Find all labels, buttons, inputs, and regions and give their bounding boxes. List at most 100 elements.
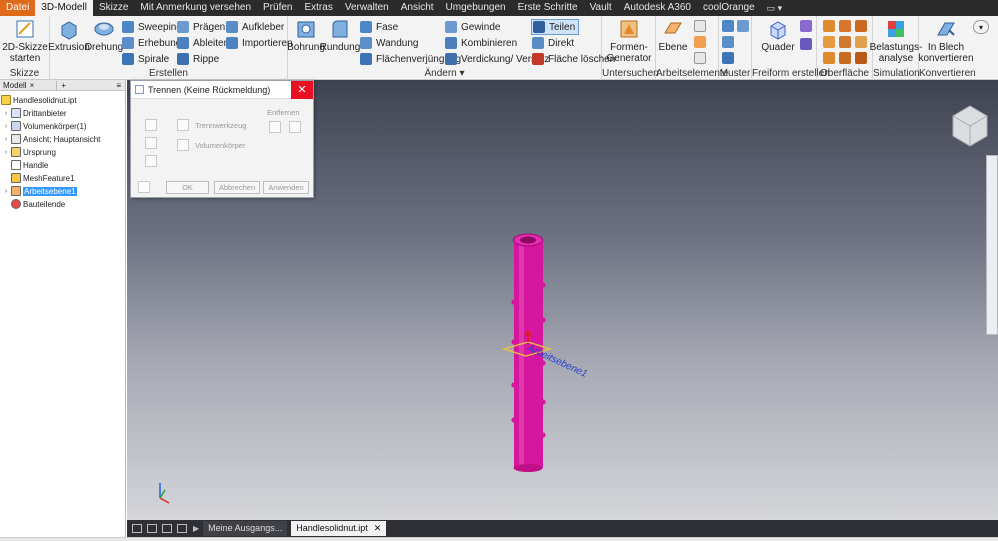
bohrung-button[interactable]: Bohrung: [287, 18, 325, 53]
tab-datei[interactable]: Datei: [0, 0, 36, 16]
wandung-button[interactable]: Wandung: [360, 36, 418, 50]
abbrechen-button[interactable]: Abbrechen: [214, 181, 260, 194]
ok-button[interactable]: OK: [166, 181, 209, 194]
split-solid-mode-icon[interactable]: [145, 155, 157, 167]
tab-scroll-icon[interactable]: ▶: [193, 524, 199, 533]
erhebung-button[interactable]: Erhebung: [122, 36, 181, 50]
kombinieren-button[interactable]: Kombinieren: [445, 36, 517, 50]
tile-vertical-icon[interactable]: [177, 524, 187, 533]
expand-icon[interactable]: ›: [2, 123, 10, 130]
rippe-button[interactable]: Rippe: [177, 52, 219, 66]
ribbon-options-icon[interactable]: ▾: [973, 20, 989, 34]
tree-item-bauteilende[interactable]: Bauteilende: [2, 198, 65, 210]
tab-a360[interactable]: Autodesk A360: [618, 0, 697, 16]
tree-item-arbeitsebene[interactable]: › Arbeitsebene1: [2, 185, 77, 197]
fit-mesh-face-icon[interactable]: [839, 52, 851, 64]
doc-tab-ausgangs[interactable]: Meine Ausgangs...: [203, 521, 288, 536]
belastungsanalyse-button[interactable]: Belastungs-analyse: [870, 18, 922, 64]
tab-extras[interactable]: Extras: [298, 0, 338, 16]
aufkleber-button[interactable]: Aufkleber: [226, 20, 284, 34]
importieren-button[interactable]: Importieren: [226, 36, 293, 50]
praegen-button[interactable]: Prägen: [177, 20, 225, 34]
tab-skizze[interactable]: Skizze: [93, 0, 134, 16]
close-tab-icon[interactable]: ✕: [374, 523, 382, 533]
work-point-icon[interactable]: [694, 36, 706, 48]
panel-aendern-title[interactable]: Ändern ▾: [288, 68, 601, 79]
tile-icon[interactable]: [147, 524, 157, 533]
repair-bodies-icon[interactable]: [823, 52, 835, 64]
shell-icon: [360, 37, 372, 49]
extend-icon[interactable]: [839, 36, 851, 48]
formen-generator-button[interactable]: Formen-Generator: [604, 18, 654, 64]
extrusion-button[interactable]: Extrusion: [48, 18, 90, 53]
tree-item-meshfeature[interactable]: MeshFeature1: [2, 172, 75, 184]
replace-face-icon[interactable]: [855, 36, 867, 48]
trim-icon[interactable]: [823, 36, 835, 48]
direkt-button[interactable]: Direkt: [532, 36, 574, 50]
tree-item-drittanbieter[interactable]: › Drittanbieter: [2, 107, 67, 119]
ableiten-button[interactable]: Ableiten: [177, 36, 229, 50]
tab-ansicht[interactable]: Ansicht: [395, 0, 440, 16]
gewinde-button[interactable]: Gewinde: [445, 20, 500, 34]
tab-3d-modell[interactable]: 3D-Modell: [35, 0, 93, 16]
circular-pattern-icon[interactable]: [722, 36, 734, 48]
mirror-icon[interactable]: [722, 52, 734, 64]
tab-anmerkung[interactable]: Mit Anmerkung versehen: [134, 0, 257, 16]
tile-horizontal-icon[interactable]: [162, 524, 172, 533]
browser-add-icon[interactable]: +: [56, 80, 70, 90]
drehung-button[interactable]: Drehung: [85, 18, 123, 53]
sweeping-button[interactable]: Sweeping: [122, 20, 182, 34]
ebene-button[interactable]: Ebene: [658, 18, 688, 53]
remove-top-icon[interactable]: [269, 121, 281, 133]
freeform-cylinder-icon[interactable]: [800, 38, 812, 50]
boundary-patch-icon[interactable]: [855, 52, 867, 64]
work-axis-icon[interactable]: [694, 20, 706, 32]
ucs-icon[interactable]: [694, 52, 706, 64]
tab-pruefen[interactable]: Prüfen: [257, 0, 298, 16]
trim-solid-mode-icon[interactable]: [145, 137, 157, 149]
tab-erste-schritte[interactable]: Erste Schritte: [512, 0, 584, 16]
tree-item-ursprung[interactable]: › Ursprung: [2, 146, 56, 158]
solid-select-icon[interactable]: [177, 139, 189, 151]
sculpt-icon[interactable]: [839, 20, 851, 32]
quader-button[interactable]: Quader: [760, 18, 796, 53]
expand-icon[interactable]: ›: [2, 110, 10, 117]
anwenden-button[interactable]: Anwenden: [263, 181, 309, 194]
viewcube-icon[interactable]: [952, 105, 988, 147]
split-tool-select-icon[interactable]: [177, 119, 189, 131]
tree-item-handle[interactable]: Handle: [2, 159, 48, 171]
patch-icon[interactable]: [855, 20, 867, 32]
browser-close-icon[interactable]: ×: [30, 81, 35, 90]
tab-umgebungen[interactable]: Umgebungen: [440, 0, 512, 16]
ribbon-toggle-icon[interactable]: ▭ ▾: [767, 3, 783, 14]
stitch-icon[interactable]: [823, 20, 835, 32]
teilen-button[interactable]: Teilen: [530, 19, 580, 35]
dialog-close-button[interactable]: ✕: [291, 80, 313, 99]
navigation-bar[interactable]: [986, 155, 998, 335]
expand-icon[interactable]: ›: [2, 149, 10, 156]
tree-item-volumenkoerper[interactable]: › Volumenkörper(1): [2, 120, 87, 132]
split-face-mode-icon[interactable]: [145, 119, 157, 131]
rectangular-pattern-icon[interactable]: [722, 20, 734, 32]
tab-coolorange[interactable]: coolOrange: [697, 0, 761, 16]
help-icon[interactable]: [138, 181, 150, 193]
rundung-button[interactable]: Rundung: [320, 18, 360, 53]
tree-item-root[interactable]: Handlesolidnut.ipt: [0, 94, 77, 106]
tab-verwalten[interactable]: Verwalten: [339, 0, 395, 16]
browser-menu-icon[interactable]: ≡: [116, 81, 125, 90]
tab-vault[interactable]: Vault: [584, 0, 618, 16]
remove-bottom-icon[interactable]: [289, 121, 301, 133]
expand-icon[interactable]: ›: [2, 188, 10, 195]
freeform-sphere-icon[interactable]: [800, 20, 812, 32]
spirale-button[interactable]: Spirale: [122, 52, 169, 66]
fase-button[interactable]: Fase: [360, 20, 398, 34]
expand-icon[interactable]: ›: [2, 136, 10, 143]
doc-tab-handlesolidnut[interactable]: Handlesolidnut.ipt ✕: [291, 521, 387, 536]
start-2d-sketch-button[interactable]: 2D-Skizze starten: [2, 18, 48, 64]
in-blech-konvertieren-button[interactable]: In Blech konvertieren: [918, 18, 974, 64]
dialog-titlebar[interactable]: Trennen (Keine Rückmeldung) ✕: [131, 80, 313, 99]
tree-item-ansicht[interactable]: › Ansicht: Hauptansicht: [2, 133, 100, 145]
browser-tab-modell[interactable]: Modell: [0, 81, 30, 90]
cascade-icon[interactable]: [132, 524, 142, 533]
sketch-pattern-icon[interactable]: [737, 20, 749, 32]
